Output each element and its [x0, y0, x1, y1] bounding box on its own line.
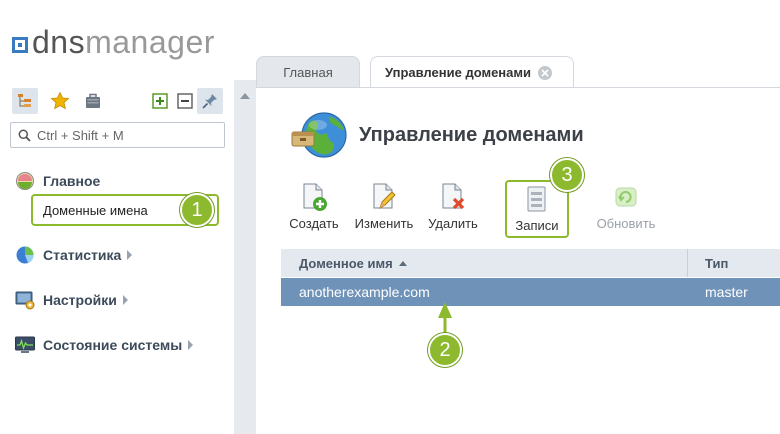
edit-button[interactable]: Изменить [351, 182, 417, 238]
plus-square-icon [152, 93, 168, 109]
sidebar-item-statistics[interactable]: Статистика [14, 244, 133, 266]
tab-divider [256, 87, 780, 88]
document-delete-icon [442, 183, 465, 210]
logo: dnsmanager [12, 24, 215, 60]
tree-view-button[interactable] [12, 88, 38, 114]
records-list-icon [527, 186, 546, 212]
search-icon [18, 129, 31, 142]
logo-mark-icon [12, 37, 28, 53]
expand-all-button[interactable] [147, 88, 173, 114]
tab-label: Главная [283, 65, 333, 80]
home-icon [16, 172, 34, 190]
sidebar-scrollbar[interactable] [234, 80, 256, 434]
tab-bar: Главная Управление доменами [256, 56, 780, 88]
create-button[interactable]: Создать [285, 182, 343, 238]
column-header-domain[interactable]: Доменное имя [299, 256, 407, 271]
table-row[interactable]: anotherexample.com master [281, 278, 780, 306]
globe-icon [290, 108, 352, 171]
star-icon [50, 91, 70, 110]
sort-ascending-icon [398, 261, 407, 266]
search-field[interactable] [10, 122, 225, 148]
pie-chart-icon [16, 246, 34, 264]
collapse-all-button[interactable] [172, 88, 198, 114]
briefcase-icon [86, 93, 100, 108]
close-tab-icon[interactable] [538, 65, 552, 80]
toolbar-label: Изменить [354, 216, 414, 231]
scroll-up-arrow-icon[interactable] [240, 93, 250, 99]
toolbar-label: Записи [515, 218, 559, 233]
document-edit-icon [373, 183, 396, 210]
toolbar-label: Создать [289, 216, 339, 231]
sidebar-item-label: Состояние системы [43, 337, 183, 353]
logo-text: dnsmanager [32, 26, 215, 58]
sidebar-item-main[interactable]: Главное [14, 170, 100, 192]
tab-label: Управление доменами [385, 65, 531, 80]
toolbar-label: Удалить [428, 216, 478, 231]
document-add-icon [303, 183, 327, 211]
monitor-icon [15, 336, 35, 353]
pin-icon [202, 94, 217, 109]
callout-badge-2: 2 [428, 333, 462, 367]
settings-icon [15, 291, 35, 310]
chevron-right-icon [188, 340, 194, 350]
logo-manager: manager [85, 24, 215, 60]
refresh-button[interactable]: Обновить [593, 182, 659, 238]
pin-button[interactable] [197, 88, 223, 114]
sidebar-toolbar [12, 88, 225, 114]
column-header-label: Доменное имя [299, 256, 393, 271]
tab-home[interactable]: Главная [256, 56, 360, 88]
sidebar-item-label: Настройки [43, 292, 117, 308]
callout-badge-3: 3 [550, 158, 584, 192]
chevron-right-icon [127, 250, 133, 260]
callout-badge-1: 1 [180, 193, 214, 227]
tab-domain-management[interactable]: Управление доменами [370, 56, 574, 88]
cell-domain: anotherexample.com [299, 284, 430, 300]
chevron-right-icon [122, 295, 128, 305]
column-header-type[interactable]: Тип [705, 256, 728, 271]
toolbar-label: Обновить [596, 216, 656, 231]
favorites-button[interactable] [47, 88, 73, 114]
page-title: Управление доменами [359, 124, 584, 146]
delete-button[interactable]: Удалить [424, 182, 482, 238]
sidebar-item-system-status[interactable]: Состояние системы [14, 334, 194, 356]
search-input[interactable] [37, 126, 217, 144]
minus-square-icon [177, 93, 193, 109]
grid-header: Доменное имя Тип [281, 249, 780, 277]
briefcase-button[interactable] [80, 88, 106, 114]
logo-dns: dns [32, 24, 86, 60]
sidebar-item-settings[interactable]: Настройки [14, 289, 128, 311]
sidebar-item-label: Статистика [43, 247, 122, 263]
column-separator[interactable] [687, 249, 688, 277]
sidebar-item-label: Главное [43, 173, 101, 189]
cell-type: master [705, 284, 748, 300]
sidebar: Главное Доменные имена Статистика Настро… [0, 80, 234, 434]
refresh-icon [615, 187, 637, 207]
tree-icon [18, 94, 31, 107]
